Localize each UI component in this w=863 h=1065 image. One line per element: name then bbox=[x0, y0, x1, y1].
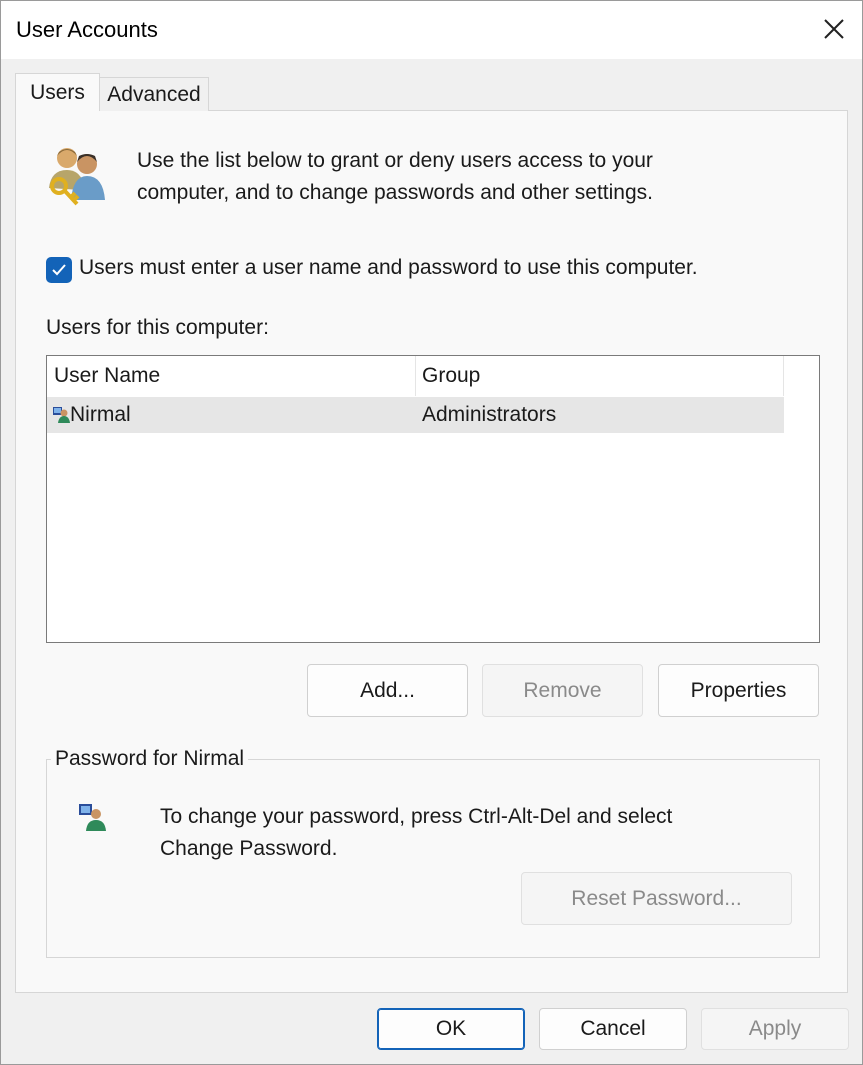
column-user-name-label: User Name bbox=[54, 364, 161, 387]
cancel-button[interactable]: Cancel bbox=[539, 1008, 687, 1050]
user-name-cell: Nirmal bbox=[70, 403, 131, 426]
column-group-label: Group bbox=[422, 364, 481, 387]
ok-button-label: OK bbox=[435, 1017, 467, 1040]
password-instructions: To change your password, press Ctrl-Alt-… bbox=[160, 801, 800, 865]
users-list-label: Users for this computer: bbox=[46, 316, 269, 339]
password-line-1: To change your password, press Ctrl-Alt-… bbox=[160, 805, 673, 828]
apply-button[interactable]: Apply bbox=[701, 1008, 849, 1050]
table-row[interactable]: Nirmal Administrators bbox=[47, 397, 784, 433]
add-button[interactable]: Add... bbox=[307, 664, 468, 717]
user-accounts-dialog: User Accounts Users Advanced Use the lis… bbox=[0, 0, 863, 1065]
cancel-button-label: Cancel bbox=[580, 1017, 646, 1040]
intro-description: Use the list below to grant or deny user… bbox=[137, 145, 777, 209]
window-title: User Accounts bbox=[16, 17, 158, 42]
properties-button[interactable]: Properties bbox=[658, 664, 819, 717]
title-bar[interactable]: User Accounts bbox=[1, 1, 862, 59]
reset-password-button[interactable]: Reset Password... bbox=[521, 872, 792, 925]
require-login-checkbox[interactable] bbox=[46, 257, 72, 283]
remove-button-label: Remove bbox=[523, 678, 602, 702]
intro-line-2: computer, and to change passwords and ot… bbox=[137, 181, 653, 204]
tab-advanced[interactable]: Advanced bbox=[99, 77, 209, 111]
tab-advanced-label: Advanced bbox=[107, 82, 201, 106]
properties-button-label: Properties bbox=[690, 678, 787, 702]
column-header-user-name[interactable]: User Name bbox=[54, 356, 416, 396]
password-group-title: Password for Nirmal bbox=[51, 747, 249, 771]
require-login-label[interactable]: Users must enter a user name and passwor… bbox=[79, 256, 698, 280]
add-button-label: Add... bbox=[360, 678, 415, 702]
close-icon bbox=[824, 19, 844, 39]
users-keys-icon bbox=[49, 148, 105, 206]
list-header: User Name Group bbox=[47, 356, 784, 396]
column-header-group[interactable]: Group bbox=[416, 356, 784, 396]
intro-line-1: Use the list below to grant or deny user… bbox=[137, 149, 653, 172]
reset-password-label: Reset Password... bbox=[571, 886, 742, 910]
close-button[interactable] bbox=[814, 9, 854, 49]
apply-button-label: Apply bbox=[748, 1017, 802, 1040]
user-icon bbox=[53, 407, 70, 423]
tab-users[interactable]: Users bbox=[15, 73, 100, 111]
ok-button[interactable]: OK bbox=[377, 1008, 525, 1050]
checkmark-icon bbox=[52, 264, 66, 276]
tab-users-label: Users bbox=[30, 80, 85, 104]
remove-button[interactable]: Remove bbox=[482, 664, 643, 717]
password-line-2: Change Password. bbox=[160, 837, 338, 860]
group-cell: Administrators bbox=[422, 403, 557, 426]
user-icon bbox=[79, 804, 106, 831]
users-list[interactable]: User Name Group Nirmal Administrators bbox=[46, 355, 820, 643]
